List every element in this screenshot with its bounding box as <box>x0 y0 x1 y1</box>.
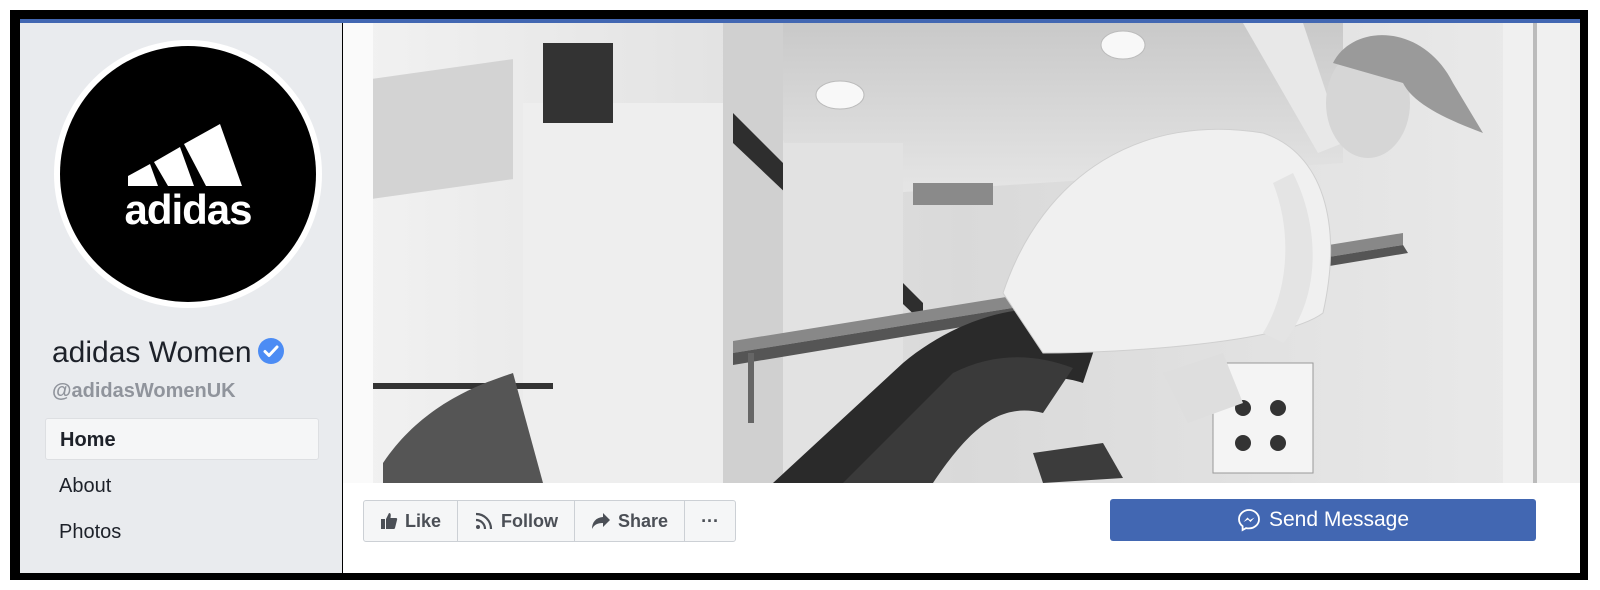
more-options-button[interactable]: ··· <box>685 501 735 541</box>
profile-picture[interactable]: adidas <box>54 40 322 308</box>
sidebar-item-photos[interactable]: Photos <box>45 511 319 553</box>
thumbs-up-icon <box>381 513 398 529</box>
adidas-stripes-icon <box>128 124 242 186</box>
action-button-group: Like Follow Share ··· <box>363 500 737 542</box>
share-arrow-icon <box>592 513 611 529</box>
like-label: Like <box>405 510 442 531</box>
cover-photo-image <box>343 23 1580 483</box>
page-title[interactable]: adidas Women <box>52 336 284 370</box>
more-options-icon: ··· <box>701 510 720 531</box>
page-action-bar: Like Follow Share ··· Send Message <box>343 483 1580 573</box>
follow-button[interactable]: Follow <box>458 501 576 541</box>
adidas-wordmark: adidas <box>124 186 252 233</box>
page-title-text: adidas Women <box>52 336 252 369</box>
rss-icon <box>475 512 493 530</box>
sidebar-item-about[interactable]: About <box>45 465 319 507</box>
adidas-logo: adidas <box>60 46 316 302</box>
cover-photo[interactable] <box>343 23 1580 483</box>
messenger-icon <box>1238 509 1260 532</box>
sidebar-item-home[interactable]: Home <box>45 418 319 460</box>
share-label: Share <box>618 510 669 531</box>
page-sidebar: adidas adidas Women @adidasWomenUK Home … <box>20 23 342 573</box>
verified-check-icon <box>257 338 284 365</box>
send-message-label: Send Message <box>1268 508 1410 531</box>
send-message-button[interactable]: Send Message <box>1110 499 1536 541</box>
follow-label: Follow <box>501 510 559 531</box>
share-button[interactable]: Share <box>575 501 686 541</box>
like-button[interactable]: Like <box>364 501 459 541</box>
page-handle[interactable]: @adidasWomenUK <box>52 380 236 403</box>
